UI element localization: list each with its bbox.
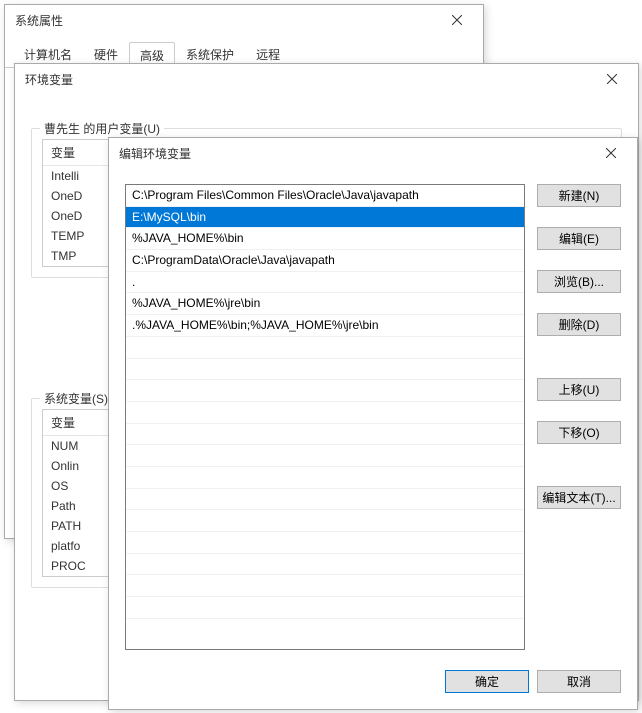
move-down-button[interactable]: 下移(O) — [537, 421, 621, 444]
path-list-item[interactable] — [126, 445, 524, 467]
browse-button[interactable]: 浏览(B)... — [537, 270, 621, 293]
path-list-item[interactable] — [126, 424, 524, 446]
path-list-item[interactable]: %JAVA_HOME%\jre\bin — [126, 293, 524, 315]
envvars-title: 环境变量 — [25, 71, 592, 88]
path-list-item[interactable]: %JAVA_HOME%\bin — [126, 228, 524, 250]
path-list-item[interactable] — [126, 510, 524, 532]
path-list-item[interactable] — [126, 337, 524, 359]
path-list-item[interactable] — [126, 554, 524, 576]
new-button[interactable]: 新建(N) — [537, 184, 621, 207]
path-list-item[interactable]: .%JAVA_HOME%\bin;%JAVA_HOME%\jre\bin — [126, 315, 524, 337]
user-variables-label: 曹先生 的用户变量(U) — [40, 120, 164, 137]
delete-button[interactable]: 删除(D) — [537, 313, 621, 336]
path-list-item[interactable] — [126, 489, 524, 511]
path-list-item[interactable]: . — [126, 272, 524, 294]
path-list-item[interactable] — [126, 402, 524, 424]
edit-environment-variable-dialog: 编辑环境变量 C:\Program Files\Common Files\Ora… — [108, 137, 638, 710]
cancel-button[interactable]: 取消 — [537, 670, 621, 693]
sysprops-title: 系统属性 — [15, 12, 437, 29]
path-list-item[interactable] — [126, 597, 524, 619]
path-list-item[interactable] — [126, 467, 524, 489]
path-list-item[interactable] — [126, 380, 524, 402]
sysprops-titlebar: 系统属性 — [5, 5, 483, 35]
system-variables-label: 系统变量(S) — [40, 390, 112, 407]
path-list-item[interactable]: C:\ProgramData\Oracle\Java\javapath — [126, 250, 524, 272]
edit-button[interactable]: 编辑(E) — [537, 227, 621, 250]
ok-button[interactable]: 确定 — [445, 670, 529, 693]
path-list-item[interactable] — [126, 532, 524, 554]
editvar-title: 编辑环境变量 — [119, 145, 591, 162]
envvars-titlebar: 环境变量 — [15, 64, 638, 94]
editvar-titlebar: 编辑环境变量 — [109, 138, 637, 168]
close-icon[interactable] — [592, 66, 632, 92]
path-list[interactable]: C:\Program Files\Common Files\Oracle\Jav… — [125, 184, 525, 650]
path-list-item[interactable]: C:\Program Files\Common Files\Oracle\Jav… — [126, 185, 524, 207]
close-icon[interactable] — [437, 7, 477, 33]
move-up-button[interactable]: 上移(U) — [537, 378, 621, 401]
edit-text-button[interactable]: 编辑文本(T)... — [537, 486, 621, 509]
path-list-item[interactable] — [126, 359, 524, 381]
editvar-footer: 确定 取消 — [109, 660, 637, 709]
button-column: 新建(N) 编辑(E) 浏览(B)... 删除(D) 上移(U) 下移(O) 编… — [537, 184, 621, 650]
path-list-item[interactable]: E:\MySQL\bin — [126, 207, 524, 229]
path-list-item[interactable] — [126, 575, 524, 597]
column-header-variable: 变量 — [43, 140, 113, 165]
column-header-variable: 变量 — [43, 410, 113, 435]
close-icon[interactable] — [591, 140, 631, 166]
